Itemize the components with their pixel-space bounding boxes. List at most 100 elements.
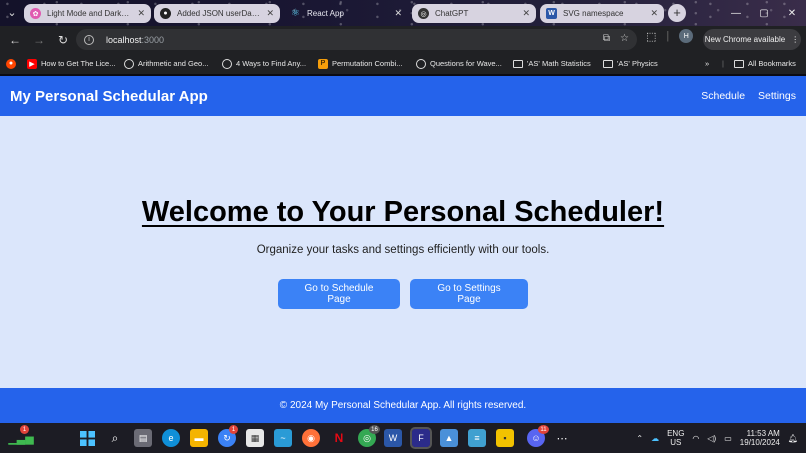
language-indicator[interactable]: ENG US xyxy=(667,429,684,447)
close-icon[interactable]: ✕ xyxy=(266,8,274,19)
nav-link-settings[interactable]: Settings xyxy=(758,90,796,102)
address-bar[interactable]: i localhost :3000 ⧉ ☆ xyxy=(76,29,637,50)
bookmark-label: 4 Ways to Find Any... xyxy=(236,59,307,68)
globe-icon xyxy=(222,58,232,69)
tab-react-app[interactable]: ⚛ React App ✕ xyxy=(284,4,408,23)
tab-title: Light Mode and Dark Mo xyxy=(47,9,132,18)
chatgpt-icon: ◎ xyxy=(418,8,429,19)
new-tab-button[interactable]: + xyxy=(668,4,686,22)
back-icon[interactable]: ← xyxy=(4,29,26,51)
tab-light-mode[interactable]: ✿ Light Mode and Dark Mo ✕ xyxy=(24,4,151,23)
wifi-icon[interactable]: ◠ xyxy=(692,434,699,443)
extensions-icon[interactable]: ⬚ xyxy=(646,30,656,43)
more-menu-icon: ⋮ xyxy=(791,35,800,44)
store-icon[interactable]: ▦ xyxy=(246,429,264,447)
bookmark-item[interactable]: 4 Ways to Find Any... xyxy=(222,57,306,70)
site-icon: P xyxy=(318,58,328,69)
app-footer: © 2024 My Personal Schedular App. All ri… xyxy=(0,388,806,423)
bookmark-item[interactable]: ▶ How to Get The Lice... xyxy=(27,57,115,70)
sticky-notes-icon[interactable]: ▪ xyxy=(496,429,514,447)
bookmarks-bar: ● ▶ How to Get The Lice... Arithmetic an… xyxy=(0,53,806,74)
clock[interactable]: 11:53 AM 19/10/2024 xyxy=(740,429,780,447)
bookmark-reddit[interactable]: ● xyxy=(6,57,16,70)
bookmark-folder[interactable]: 'AS' Math Statistics xyxy=(513,57,591,70)
footer-copyright: © 2024 My Personal Schedular App. All ri… xyxy=(279,400,527,411)
firefox-icon[interactable]: ◉ xyxy=(302,429,320,447)
app-nav: Schedule Settings xyxy=(701,90,796,102)
app-icon[interactable]: ~ xyxy=(274,429,292,447)
netflix-icon[interactable]: N xyxy=(330,429,348,447)
bookmark-divider: | xyxy=(722,59,724,68)
tab-search-icon[interactable]: ⌄ xyxy=(4,5,20,21)
browser-tab-strip: ⌄ ✿ Light Mode and Dark Mo ✕ ● Added JSO… xyxy=(0,0,806,26)
update-badge: 1 xyxy=(229,425,238,434)
start-icon[interactable] xyxy=(78,429,96,447)
more-bookmarks-icon[interactable]: » xyxy=(705,57,709,70)
install-app-icon[interactable]: ⧉ xyxy=(603,33,610,44)
toolbar-right: ⬚ | H xyxy=(646,29,694,43)
go-to-settings-button[interactable]: Go to Settings Page xyxy=(410,279,528,309)
tab-title: ChatGPT xyxy=(435,9,469,18)
address-host: localhost xyxy=(106,34,142,45)
bookmark-item[interactable]: Questions for Wave... xyxy=(416,57,502,70)
folder-icon xyxy=(734,59,744,68)
task-view-icon[interactable]: ▤ xyxy=(134,429,152,447)
app-header: My Personal Schedular App Schedule Setti… xyxy=(0,76,806,116)
bookmark-label: Arithmetic and Geo... xyxy=(138,59,209,68)
file-explorer-icon[interactable]: ▬ xyxy=(190,429,208,447)
page-subtitle: Organize your tasks and settings efficie… xyxy=(256,244,550,256)
address-port: :3000 xyxy=(141,34,165,45)
close-window-icon[interactable]: ✕ xyxy=(778,0,806,26)
more-apps-icon[interactable]: ⋯ xyxy=(553,429,571,447)
maximize-icon[interactable]: ▢ xyxy=(750,0,778,26)
edge-icon[interactable]: e xyxy=(162,429,180,447)
tab-chatgpt[interactable]: ◎ ChatGPT ✕ xyxy=(412,4,536,23)
site-info-icon[interactable]: i xyxy=(84,34,94,45)
close-icon[interactable]: ✕ xyxy=(394,8,402,19)
search-icon[interactable]: ⌕ xyxy=(106,429,124,447)
all-bookmarks-label: All Bookmarks xyxy=(748,59,796,68)
stocks-badge: 1 xyxy=(20,425,29,434)
chevron-up-icon[interactable]: ⌃ xyxy=(636,434,643,443)
bookmark-item[interactable]: P Permutation Combi... xyxy=(318,57,402,70)
close-icon[interactable]: ✕ xyxy=(137,8,145,19)
avatar[interactable]: H xyxy=(679,29,694,43)
notepad-icon[interactable]: ≡ xyxy=(468,429,486,447)
language-code: ENG xyxy=(667,429,685,438)
volume-icon[interactable]: ◁) xyxy=(707,434,716,443)
photos-icon[interactable]: ▲ xyxy=(440,429,458,447)
chrome-update-label: New Chrome available xyxy=(704,35,786,44)
windows-taskbar: ▁▃▅ 1 ⌕ ▤ e ▬ ↻ 1 ▦ ~ ◉ N ◎ 16 W F ▲ ≡ ▪… xyxy=(0,423,806,453)
youtube-icon: ▶ xyxy=(27,58,37,69)
nav-link-schedule[interactable]: Schedule xyxy=(701,90,745,102)
toolbar-divider: | xyxy=(666,30,670,42)
tab-github[interactable]: ● Added JSON userData to ✕ xyxy=(154,4,280,23)
close-icon[interactable]: ✕ xyxy=(650,8,658,19)
word-icon[interactable]: W xyxy=(384,429,402,447)
folder-icon xyxy=(603,59,613,68)
onedrive-icon[interactable]: ☁ xyxy=(651,434,659,443)
folder-icon xyxy=(513,59,523,68)
all-bookmarks-button[interactable]: All Bookmarks xyxy=(734,57,796,70)
bookmark-label: How to Get The Lice... xyxy=(41,59,116,68)
reload-icon[interactable]: ↻ xyxy=(52,29,74,51)
close-icon[interactable]: ✕ xyxy=(522,8,530,19)
browser-toolbar: ← → ↻ i localhost :3000 ⧉ ☆ ⬚ | H New Ch… xyxy=(0,26,806,53)
bookmark-star-icon[interactable]: ☆ xyxy=(620,33,629,44)
battery-icon[interactable]: ▭ xyxy=(724,434,732,443)
action-buttons: Go to Schedule Page Go to Settings Page xyxy=(0,279,806,309)
tab-title: Added JSON userData to xyxy=(177,9,261,18)
tab-svg-namespace[interactable]: W SVG namespace ✕ xyxy=(540,4,664,23)
forward-icon[interactable]: → xyxy=(28,29,50,51)
go-to-schedule-button[interactable]: Go to Schedule Page xyxy=(278,279,400,309)
site-favicon-icon: ✿ xyxy=(30,8,41,19)
bookmark-item[interactable]: Arithmetic and Geo... xyxy=(124,57,208,70)
bookmark-label: Questions for Wave... xyxy=(430,59,502,68)
window-controls: — ▢ ✕ xyxy=(722,0,806,26)
minimize-icon[interactable]: — xyxy=(722,0,750,26)
bookmark-folder[interactable]: 'AS' Physics xyxy=(603,57,658,70)
notification-bell-icon[interactable]: 🔔︎ xyxy=(788,434,798,443)
clock-date: 19/10/2024 xyxy=(739,438,780,447)
chrome-update-button[interactable]: New Chrome available ⋮ xyxy=(703,29,801,50)
forms-icon[interactable]: F xyxy=(410,427,432,449)
